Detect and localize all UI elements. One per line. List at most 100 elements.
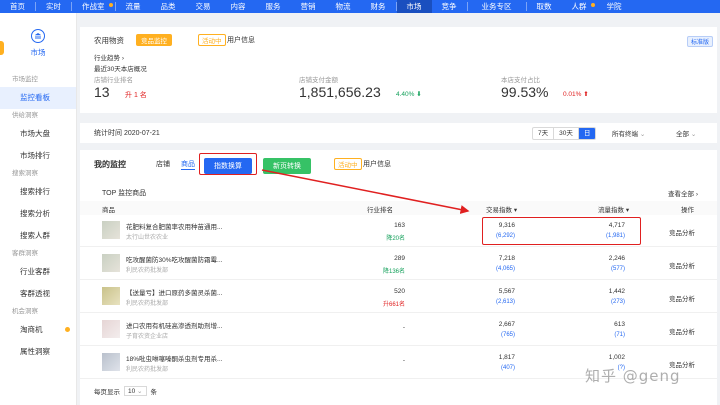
nav-traffic[interactable]: 流量: [116, 0, 151, 13]
overview-panel: 农用物资 竞品监控 活动中 用户信息 标准版 行业趋势 › 最近30天本店概况 …: [80, 27, 717, 113]
pay-amount-change: 4.40% ⬇: [396, 91, 422, 98]
page-size-label: 每页显示: [94, 389, 120, 396]
sidebar-item-audience-insight[interactable]: 客群透视: [0, 283, 76, 305]
bank-icon: [31, 28, 45, 43]
sidebar-item-monitor-board[interactable]: 监控看板: [0, 87, 76, 109]
product-thumbnail: [102, 221, 120, 239]
notification-dot: [65, 327, 70, 332]
shop-name: 利民农药批发部: [126, 367, 169, 373]
view-all-link[interactable]: 查看全部 ›: [668, 188, 698, 198]
industry-trend-link[interactable]: 行业趋势 ›: [94, 52, 124, 62]
col-trade-index[interactable]: 交易指数 ▾: [486, 204, 517, 214]
chevron-down-icon: ⌄: [137, 388, 143, 395]
sidebar-logo-label: 市场: [30, 47, 46, 57]
product-name[interactable]: 进口农用有机硅高渗透剂助剂增...: [126, 320, 226, 330]
nav-data-fetch[interactable]: 取数: [527, 0, 562, 13]
nav-audience[interactable]: 人群: [562, 0, 597, 13]
user-info-link[interactable]: 用户信息: [363, 159, 391, 169]
chevron-right-icon: ›: [121, 55, 124, 62]
category-selector[interactable]: 农用物资: [94, 35, 124, 46]
period-7d[interactable]: 7天: [533, 128, 555, 139]
competitor-analysis-link[interactable]: 竞品分析: [669, 326, 695, 336]
competitor-analysis-link[interactable]: 竞品分析: [669, 293, 695, 303]
nav-market[interactable]: 市场: [396, 0, 432, 13]
rank-value: -: [402, 357, 405, 364]
page-size-unit: 条: [150, 389, 158, 396]
sidebar-item-industry-audience[interactable]: 行业客群: [0, 261, 76, 283]
period-label: 最近30天本店概况: [94, 66, 147, 73]
nav-finance[interactable]: 财务: [361, 0, 396, 13]
sidebar-group-title: 机会洞察: [12, 308, 38, 315]
sidebar-item-market-overview[interactable]: 市场大盘: [0, 123, 76, 145]
rank-value: 13: [94, 84, 110, 100]
section-title: TOP 监控商品: [102, 190, 147, 197]
nav-academy[interactable]: 学院: [597, 0, 632, 13]
pay-share-label: 本店支付占比: [501, 77, 540, 84]
product-name[interactable]: 花肥料复合肥菌率农用种苗通用...: [126, 221, 226, 231]
trade-index-sub: (765): [500, 332, 515, 338]
trade-index-sub: (4,065): [495, 266, 515, 272]
product-name[interactable]: 18%吡虫啉噻嗪酮杀虫剂专用杀...: [126, 353, 226, 363]
sidebar-item-search-audience[interactable]: 搜索人群: [0, 225, 76, 247]
product-name[interactable]: 【送量亏】进口原药多菌灵杀菌...: [126, 287, 226, 297]
sidebar-marker: [0, 41, 4, 55]
arrow-down-icon: ⬇: [416, 91, 422, 98]
tab-competitor-monitor[interactable]: 竞品监控: [136, 34, 172, 46]
scope-select[interactable]: 全部 ⌄: [676, 128, 696, 138]
trade-index-sub: (2,613): [495, 299, 515, 305]
annotation-box: [482, 217, 641, 245]
col-traffic-index[interactable]: 流量指数 ▾: [598, 204, 629, 214]
user-info-link[interactable]: 用户信息: [227, 35, 255, 45]
rank-label: 店铺行业排名: [94, 77, 133, 84]
rank-value: 520: [394, 288, 405, 295]
sidebar-item-search-analysis[interactable]: 搜索分析: [0, 203, 76, 225]
trade-index: 2,667: [498, 321, 515, 328]
sidebar-item-search-ranking[interactable]: 搜索排行: [0, 181, 76, 203]
chevron-down-icon: ⌄: [690, 131, 697, 138]
pay-amount-label: 店铺支付金额: [299, 77, 338, 84]
sidebar-item-attribute-insight[interactable]: 属性洞察: [0, 341, 76, 363]
chevron-right-icon: ›: [695, 191, 698, 198]
traffic-index-sub: (71): [614, 332, 625, 338]
new-page-convert-button[interactable]: 新页转换: [263, 158, 311, 174]
nav-home[interactable]: 首页: [0, 0, 35, 13]
nav-category[interactable]: 品类: [151, 0, 186, 13]
traffic-index-sub: (577): [610, 266, 625, 272]
page-size-select[interactable]: 10 ⌄: [124, 386, 147, 396]
stat-time: 统计时间 2020-07-21: [94, 130, 160, 137]
sidebar-logo[interactable]: 市场: [0, 13, 76, 73]
nav-realtime[interactable]: 实时: [36, 0, 71, 13]
product-thumbnail: [102, 353, 120, 371]
sidebar-item-opportunity[interactable]: 淘商机: [0, 319, 76, 341]
col-rank: 行业排名: [367, 207, 393, 214]
traffic-index: 2,246: [608, 255, 625, 262]
tag-active: 活动中: [198, 34, 226, 46]
period-30d[interactable]: 30天: [554, 128, 579, 139]
nav-content[interactable]: 内容: [221, 0, 256, 13]
product-name[interactable]: 吃攻醒菌防30%吃攻醒菌防霜霉...: [126, 254, 226, 264]
nav-marketing[interactable]: 营销: [291, 0, 326, 13]
competitor-analysis-link[interactable]: 竞品分析: [669, 227, 695, 237]
nav-business-zone[interactable]: 业务专区: [468, 0, 526, 13]
nav-competition[interactable]: 竞争: [432, 0, 467, 13]
period-day[interactable]: 日: [578, 128, 596, 139]
table-header: 商品 行业排名 交易指数 ▾ 流量指数 ▾ 操作: [80, 201, 717, 215]
pay-amount-value: 1,851,656.23: [299, 84, 381, 100]
nav-war-room[interactable]: 作战室: [72, 0, 115, 13]
nav-trade[interactable]: 交易: [186, 0, 221, 13]
filter-bar: 统计时间 2020-07-21 7天 30天 日 所有终端 ⌄ 全部 ⌄: [80, 123, 717, 143]
tab-product[interactable]: 商品: [181, 159, 195, 170]
tag-active: 活动中: [334, 158, 362, 170]
index-convert-button[interactable]: 指数换算: [204, 158, 252, 174]
nav-logistics[interactable]: 物流: [326, 0, 361, 13]
rank-change: 降136名: [382, 269, 405, 275]
arrow-up-icon: ⬆: [583, 91, 589, 98]
terminal-select[interactable]: 所有终端 ⌄: [612, 128, 645, 138]
sidebar-item-market-ranking[interactable]: 市场排行: [0, 145, 76, 167]
competitor-analysis-link[interactable]: 竞品分析: [669, 260, 695, 270]
nav-service[interactable]: 服务: [256, 0, 291, 13]
traffic-index: 613: [614, 321, 625, 328]
col-product: 商品: [102, 207, 115, 214]
pay-share-value: 99.53%: [501, 84, 549, 100]
tab-shop[interactable]: 店铺: [156, 159, 170, 169]
